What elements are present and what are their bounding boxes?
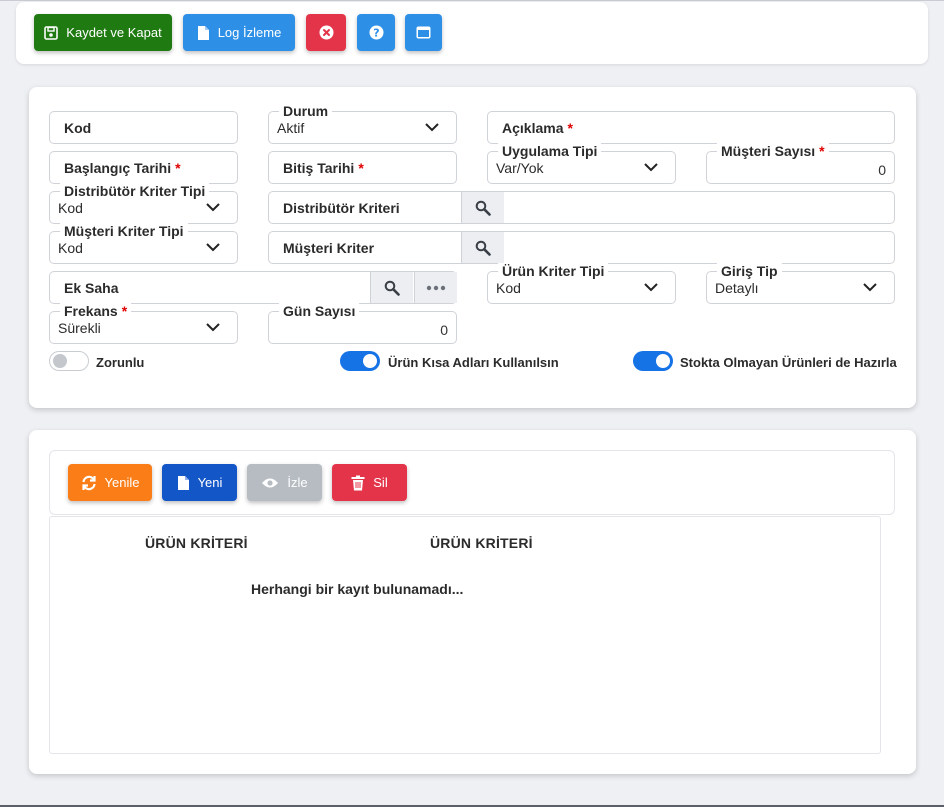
new-button[interactable]: Yeni xyxy=(162,464,237,501)
eye-icon xyxy=(261,477,279,489)
save-and-close-label: Kaydet ve Kapat xyxy=(66,25,162,40)
distributor-kriteri-field[interactable]: Distribütör Kriteri xyxy=(268,191,895,224)
log-view-button[interactable]: Log İzleme xyxy=(183,14,295,51)
refresh-icon xyxy=(81,475,97,491)
column-header-urun-kriteri[interactable]: ÜRÜN KRİTERİ xyxy=(145,535,248,551)
frekans-value: Sürekli xyxy=(58,320,101,336)
stokta-olmayan-label: Stokta Olmayan Ürünleri de Hazırla xyxy=(680,355,897,370)
urun-kriter-tipi-select[interactable]: Ürün Kriter Tipi Kod xyxy=(487,263,676,304)
giris-tip-label: Giriş Tip xyxy=(717,263,782,279)
musteri-search-button[interactable] xyxy=(461,232,504,263)
uygulama-tipi-value: Var/Yok xyxy=(496,160,544,176)
baslangic-tarihi-placeholder: Başlangıç Tarihi * xyxy=(64,160,181,176)
chevron-down-icon xyxy=(206,243,220,252)
distributor-search-button[interactable] xyxy=(461,192,504,223)
criteria-table: ÜRÜN KRİTERİ ÜRÜN KRİTERİ Herhangi bir k… xyxy=(49,516,881,754)
toggle-knob xyxy=(656,354,670,368)
musteri-kriter-field[interactable]: Müşteri Kriter xyxy=(268,231,895,264)
urun-kriter-tipi-label: Ürün Kriter Tipi xyxy=(498,263,609,279)
save-icon xyxy=(44,25,59,40)
document-icon xyxy=(177,475,190,491)
gun-sayisi-label: Gün Sayısı xyxy=(279,303,360,319)
musteri-sayisi-value: 0 xyxy=(878,162,886,178)
search-icon xyxy=(384,280,400,296)
svg-text:?: ? xyxy=(373,27,379,40)
chevron-down-icon xyxy=(863,283,877,292)
new-label: Yeni xyxy=(197,475,223,490)
frekans-label: Frekans * xyxy=(60,303,132,319)
close-circle-icon xyxy=(319,25,334,40)
musteri-sayisi-field[interactable]: Müşteri Sayısı * 0 xyxy=(706,143,895,184)
main-toolbar: Kaydet ve Kapat Log İzleme ? xyxy=(16,2,928,64)
musteri-kriter-tipi-select[interactable]: Müşteri Kriter Tipi Kod xyxy=(49,223,238,264)
urun-kriter-tipi-value: Kod xyxy=(496,280,521,296)
help-icon: ? xyxy=(369,25,384,40)
window-top-border xyxy=(0,0,944,1)
criteria-grid-panel: Yenile Yeni İzle Sil ÜRÜN KRİTERİ ÜRÜN K… xyxy=(29,430,916,774)
chevron-down-icon xyxy=(206,203,220,212)
trash-icon xyxy=(351,475,365,491)
help-button[interactable]: ? xyxy=(357,14,395,51)
gun-sayisi-value: 0 xyxy=(440,322,448,338)
search-icon xyxy=(475,200,491,216)
distributor-kriteri-placeholder: Distribütör Kriteri xyxy=(283,200,400,216)
chevron-down-icon xyxy=(425,123,439,132)
grid-toolbar: Yenile Yeni İzle Sil xyxy=(49,450,895,515)
delete-label: Sil xyxy=(373,475,388,490)
baslangic-tarihi-field[interactable]: Başlangıç Tarihi * xyxy=(49,151,238,184)
chevron-down-icon xyxy=(644,283,658,292)
zorunlu-toggle[interactable] xyxy=(49,351,89,371)
giris-tip-select[interactable]: Giriş Tip Detaylı xyxy=(706,263,895,304)
durum-select[interactable]: Durum Aktif xyxy=(268,103,457,144)
document-icon xyxy=(197,25,210,41)
more-dots-icon xyxy=(426,285,446,290)
bitis-tarihi-placeholder: Bitiş Tarihi * xyxy=(283,160,364,176)
toggle-knob xyxy=(363,354,377,368)
ek-saha-more-button[interactable] xyxy=(414,272,457,303)
search-icon xyxy=(475,240,491,256)
chevron-down-icon xyxy=(644,163,658,172)
toggle-knob xyxy=(53,354,67,368)
log-view-label: Log İzleme xyxy=(217,25,282,40)
view-button[interactable]: İzle xyxy=(247,464,322,501)
criteria-form: Kod Durum Aktif Açıklama * Başlangıç Tari… xyxy=(29,87,916,408)
ek-saha-placeholder: Ek Saha xyxy=(64,280,119,296)
ek-saha-field[interactable]: Ek Saha xyxy=(49,271,457,304)
window-button[interactable] xyxy=(405,14,442,51)
gun-sayisi-field[interactable]: Gün Sayısı 0 xyxy=(268,303,457,344)
durum-value: Aktif xyxy=(277,120,305,136)
musteri-sayisi-label: Müşteri Sayısı * xyxy=(717,143,829,159)
urun-kisa-adlari-label: Ürün Kısa Adları Kullanılsın xyxy=(388,355,559,370)
musteri-kriter-tipi-label: Müşteri Kriter Tipi xyxy=(60,223,188,239)
refresh-button[interactable]: Yenile xyxy=(68,464,152,501)
distributor-kriter-tipi-select[interactable]: Distribütör Kriter Tipi Kod xyxy=(49,183,238,224)
window-icon xyxy=(416,26,431,39)
giris-tip-value: Detaylı xyxy=(715,280,759,296)
uygulama-tipi-select[interactable]: Uygulama Tipi Var/Yok xyxy=(487,143,676,184)
ek-saha-search-button[interactable] xyxy=(370,272,413,303)
save-and-close-button[interactable]: Kaydet ve Kapat xyxy=(34,14,172,51)
kod-placeholder: Kod xyxy=(64,120,92,136)
durum-label: Durum xyxy=(279,103,333,119)
bitis-tarihi-field[interactable]: Bitiş Tarihi * xyxy=(268,151,457,184)
zorunlu-label: Zorunlu xyxy=(96,355,145,370)
column-header-urun-kriteri-2[interactable]: ÜRÜN KRİTERİ xyxy=(430,535,533,551)
urun-kisa-adlari-toggle[interactable] xyxy=(340,351,380,371)
aciklama-placeholder: Açıklama * xyxy=(502,120,573,136)
distributor-kriter-tipi-label: Distribütör Kriter Tipi xyxy=(60,183,210,199)
musteri-kriter-placeholder: Müşteri Kriter xyxy=(283,240,375,256)
frekans-select[interactable]: Frekans * Sürekli xyxy=(49,303,238,344)
musteri-kriter-tipi-value: Kod xyxy=(58,240,83,256)
aciklama-field[interactable]: Açıklama * xyxy=(487,111,895,144)
view-label: İzle xyxy=(287,475,308,490)
close-button[interactable] xyxy=(306,14,346,51)
distributor-kriter-tipi-value: Kod xyxy=(58,200,83,216)
stokta-olmayan-toggle[interactable] xyxy=(633,351,673,371)
delete-button[interactable]: Sil xyxy=(332,464,407,501)
kod-field[interactable]: Kod xyxy=(49,111,238,144)
refresh-label: Yenile xyxy=(104,475,140,490)
chevron-down-icon xyxy=(206,323,220,332)
uygulama-tipi-label: Uygulama Tipi xyxy=(498,143,602,159)
empty-table-message: Herhangi bir kayıt bulunamadı... xyxy=(251,581,464,597)
